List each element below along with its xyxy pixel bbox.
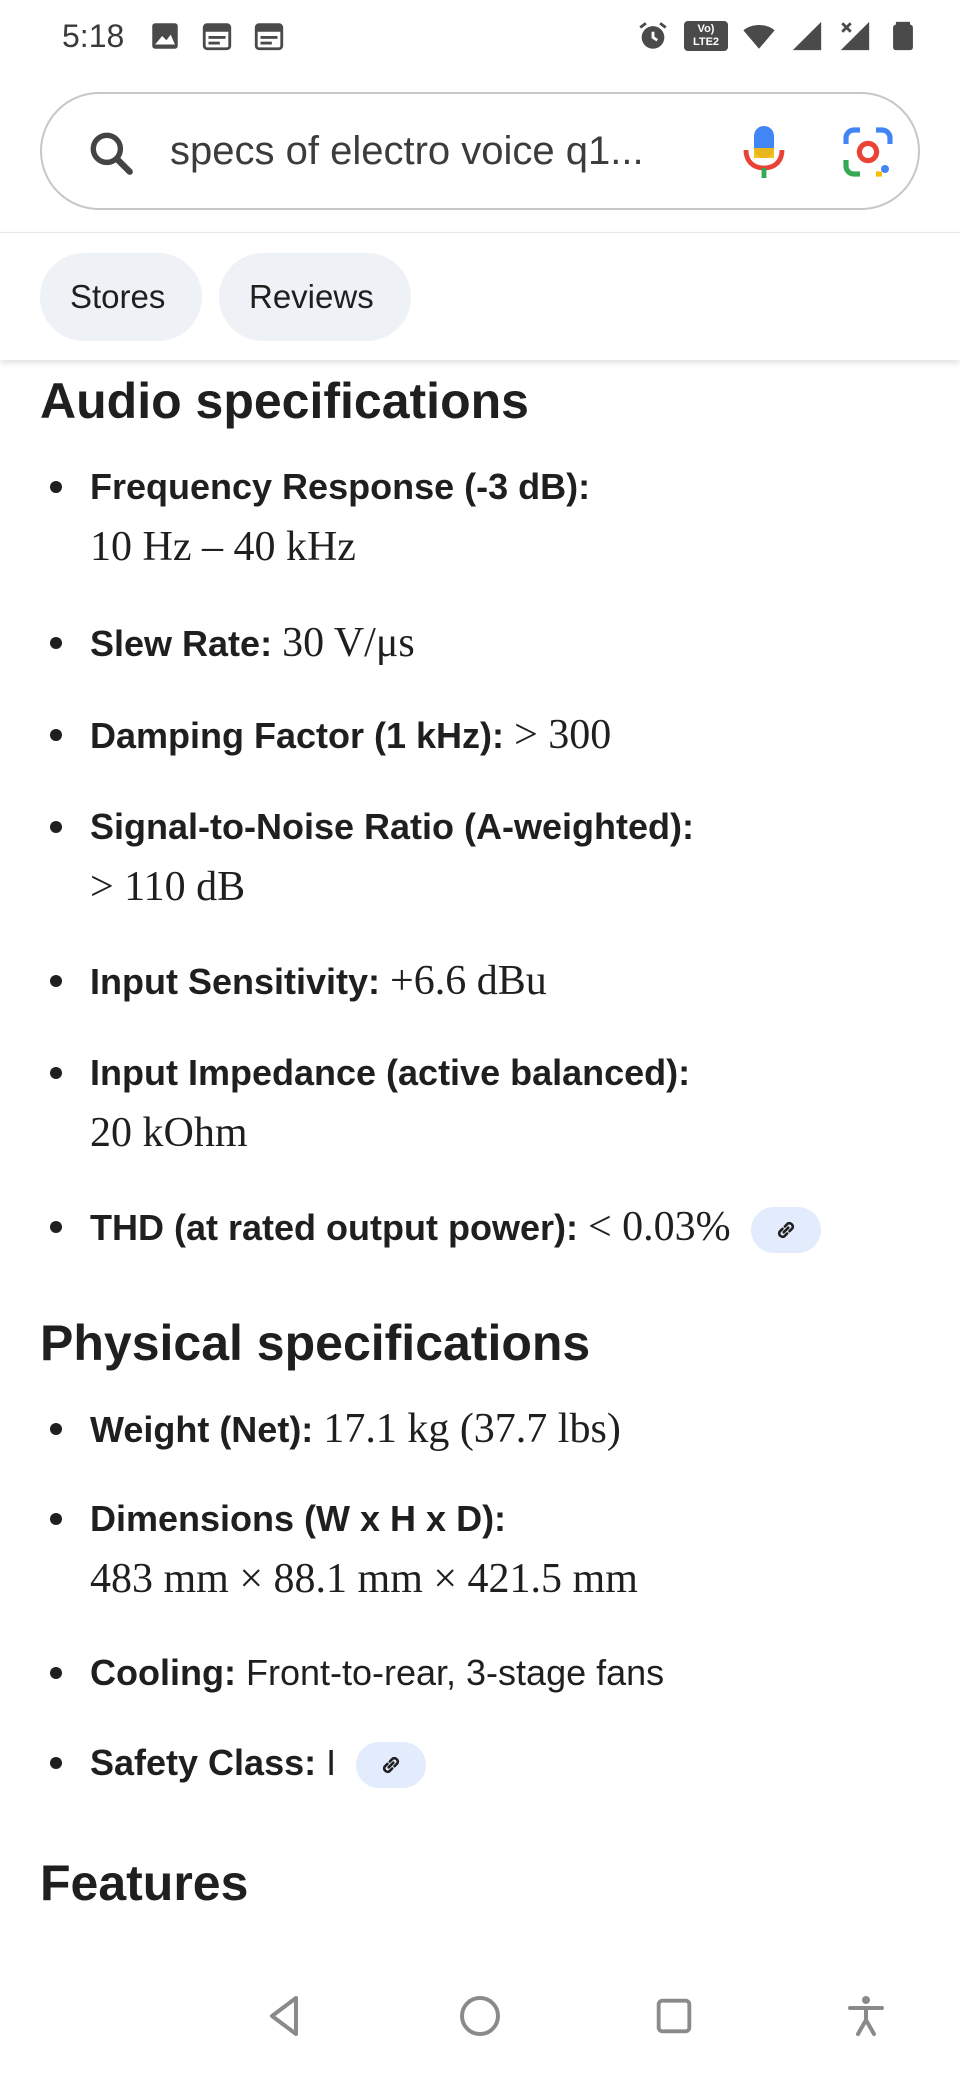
source-link-button[interactable] <box>356 1742 427 1789</box>
bullet <box>50 1667 62 1679</box>
spec-label: Slew Rate: <box>90 623 273 664</box>
accessibility-icon <box>848 1996 884 2036</box>
calendar-icon <box>203 23 232 51</box>
spec-label: Safety Class: <box>90 1742 317 1783</box>
list-item: Slew Rate: 30 V/μs <box>40 612 920 676</box>
calendar-icon <box>255 23 284 51</box>
spec-value: I <box>326 1742 337 1783</box>
bullet <box>50 821 62 833</box>
spec-label: Damping Factor (1 kHz): <box>90 715 505 756</box>
home-icon <box>460 1996 500 2036</box>
bullet <box>50 729 62 741</box>
image-icon <box>152 23 179 49</box>
spec-value: 30 V/μs <box>282 620 415 666</box>
spec-label: THD (at rated output power): <box>90 1207 578 1248</box>
list-item: Input Impedance (active balanced): 20 kO… <box>40 1042 920 1172</box>
wifi-icon <box>743 25 775 49</box>
back-button[interactable] <box>236 1952 336 2080</box>
spec-value: > 110 dB <box>90 864 246 910</box>
spec-value: 20 kOhm <box>90 1110 248 1156</box>
status-time: 5:18 <box>62 17 125 54</box>
spec-label: Weight (Net): <box>90 1409 314 1450</box>
alarm-icon <box>639 22 667 49</box>
search-bar-container: specs of electro voice q1... <box>0 72 960 232</box>
list-item: Dimensions (W x H x D): 483 mm × 88.1 mm… <box>40 1488 920 1618</box>
spec-label: Cooling: <box>90 1652 236 1693</box>
system-nav-bar <box>0 1952 960 2080</box>
app-root: 5:18 Vo) LTE2 specs of electro voice q1.… <box>0 0 960 2080</box>
link-icon <box>777 1222 794 1239</box>
list-item: Safety Class: I <box>40 1732 920 1796</box>
bullet <box>50 1757 62 1769</box>
chip-stores[interactable]: Stores <box>40 253 202 341</box>
spec-value: 483 mm × 88.1 mm × 421.5 mm <box>90 1556 638 1602</box>
signal-icon <box>792 21 822 51</box>
volte-icon: Vo) LTE2 <box>684 21 728 51</box>
spec-label: Input Sensitivity: <box>90 961 381 1002</box>
search-input[interactable]: specs of electro voice q1... <box>170 94 700 208</box>
section-title-audio: Audio specifications <box>40 373 529 429</box>
battery-icon <box>893 21 913 51</box>
list-item: Frequency Response (-3 dB): 10 Hz – 40 k… <box>40 456 920 586</box>
spec-value: Front-to-rear, 3-stage fans <box>245 1652 665 1693</box>
list-item: Signal-to-Noise Ratio (A-weighted): > 11… <box>40 796 920 926</box>
source-link-button[interactable] <box>750 1207 821 1254</box>
spec-value: > 300 <box>514 712 612 758</box>
back-icon <box>270 1996 298 2036</box>
spec-value: < 0.03% <box>587 1204 731 1250</box>
search-icon[interactable] <box>86 128 136 178</box>
home-button[interactable] <box>430 1952 530 2080</box>
status-left-icons <box>148 19 286 53</box>
list-item: Weight (Net): 17.1 kg (37.7 lbs) <box>40 1398 920 1462</box>
status-bar: 5:18 Vo) LTE2 <box>0 0 960 72</box>
bullet <box>50 975 62 987</box>
chip-reviews[interactable]: Reviews <box>219 253 411 341</box>
spec-value: 10 Hz – 40 kHz <box>90 524 356 570</box>
recents-button[interactable] <box>624 1952 724 2080</box>
spec-label: Dimensions (W x H x D): <box>90 1498 507 1539</box>
list-item: THD (at rated output power): < 0.03% <box>40 1196 920 1260</box>
spec-label: Frequency Response (-3 dB): <box>90 466 591 507</box>
search-box[interactable]: specs of electro voice q1... <box>40 92 920 210</box>
spec-value: +6.6 dBu <box>390 958 547 1004</box>
section-title-features: Features <box>40 1855 249 1911</box>
mic-icon[interactable] <box>742 124 786 180</box>
status-right-icons: Vo) LTE2 <box>636 19 920 53</box>
bullet <box>50 1067 62 1079</box>
bullet <box>50 481 62 493</box>
bullet <box>50 1221 62 1233</box>
results-content: Audio specifications Frequency Response … <box>0 360 960 1952</box>
section-title-physical: Physical specifications <box>40 1315 591 1371</box>
accessibility-button[interactable] <box>816 1952 916 2080</box>
list-item: Cooling: Front-to-rear, 3-stage fans <box>40 1642 920 1706</box>
list-item: Input Sensitivity: +6.6 dBu <box>40 950 920 1014</box>
bullet <box>50 637 62 649</box>
volte-label-top: Vo) <box>697 23 715 35</box>
spec-label: Signal-to-Noise Ratio (A-weighted): <box>90 806 694 847</box>
link-icon <box>383 1757 400 1774</box>
volte-label-bottom: LTE2 <box>692 36 720 48</box>
bullet <box>50 1513 62 1525</box>
list-item: Damping Factor (1 kHz): > 300 <box>40 704 920 768</box>
spec-value: 17.1 kg (37.7 lbs) <box>323 1406 621 1452</box>
recents-icon <box>656 1998 692 2034</box>
spec-label: Input Impedance (active balanced): <box>90 1052 691 1093</box>
bullet <box>50 1423 62 1435</box>
filter-chip-row: Stores Reviews <box>0 232 960 360</box>
google-lens-icon[interactable] <box>842 126 894 178</box>
signal-icon <box>840 21 870 51</box>
